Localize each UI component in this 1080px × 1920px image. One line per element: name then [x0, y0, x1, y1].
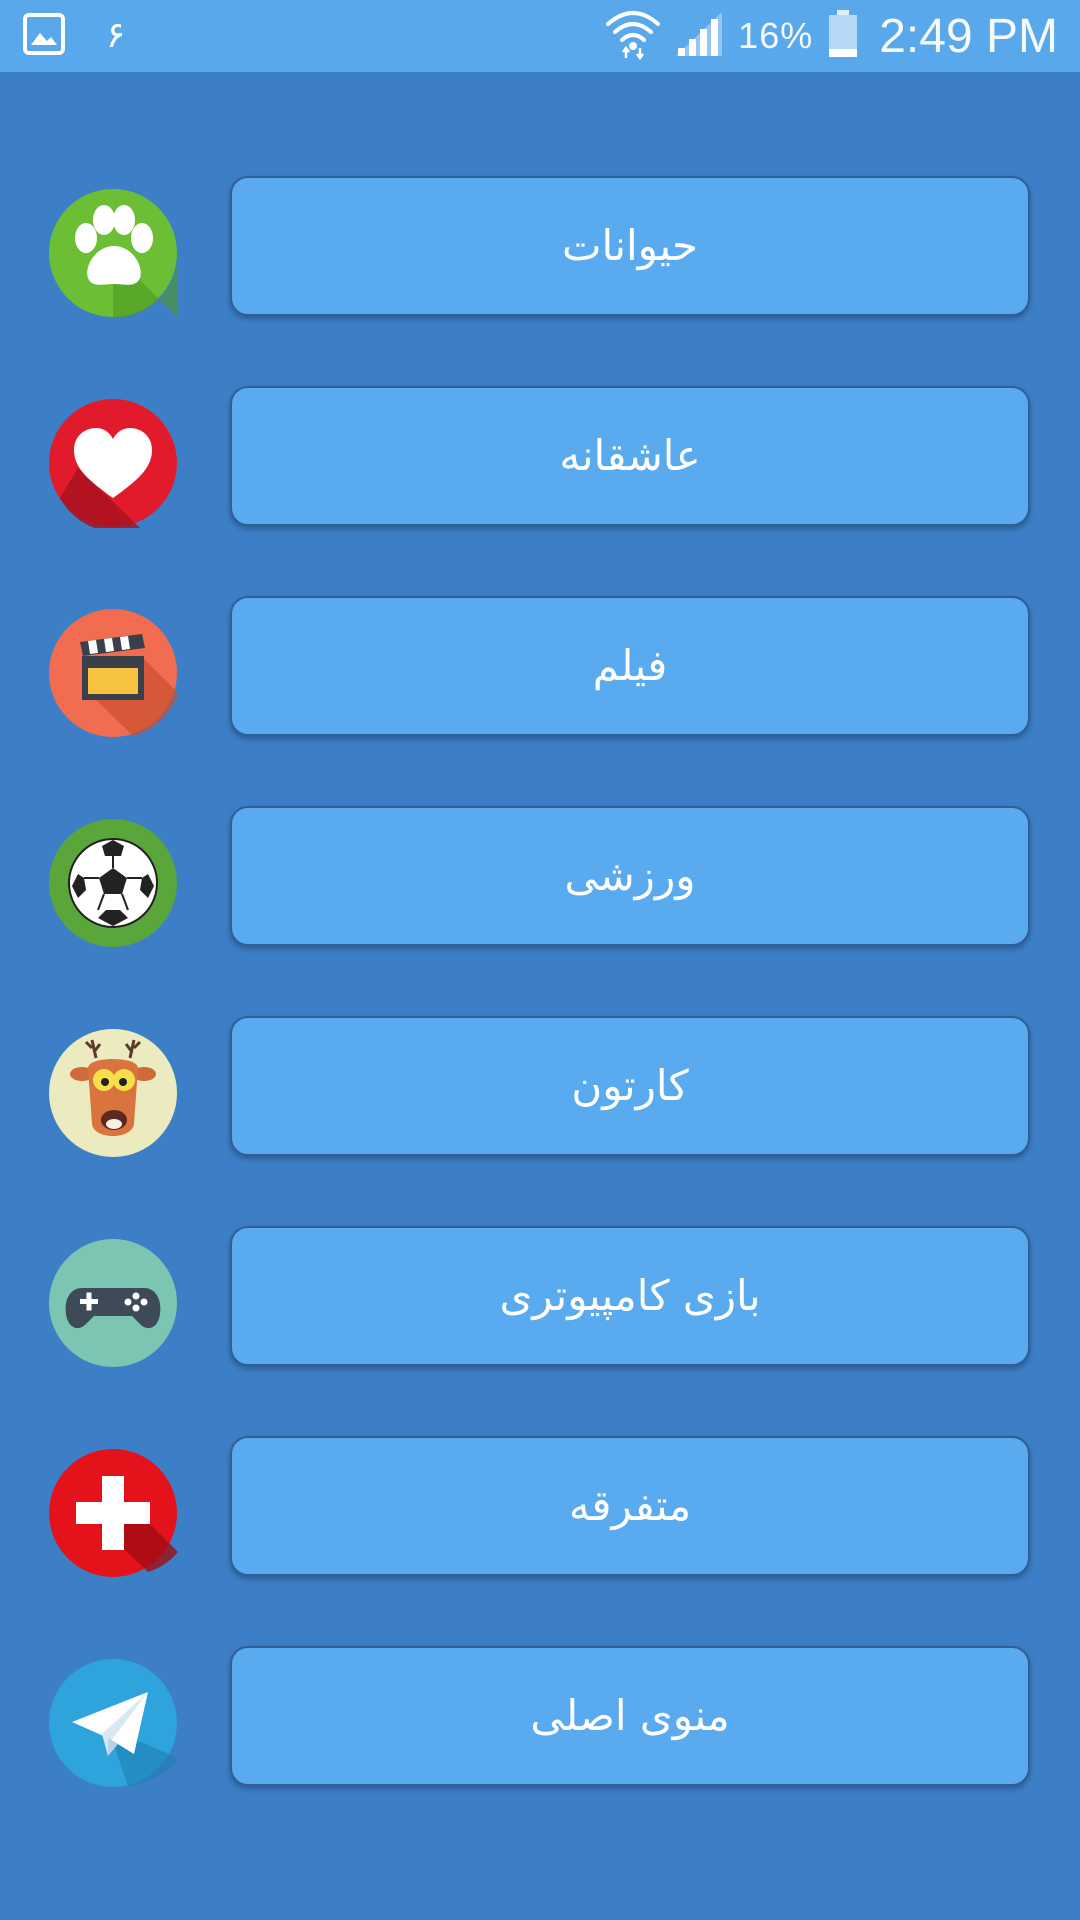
animals-label: حیوانات — [561, 221, 699, 270]
menu-row-film: فیلم — [0, 596, 1080, 740]
soccer-ball-icon[interactable] — [48, 818, 178, 948]
menu-row-sports: ورزشی — [0, 806, 1080, 950]
menu-row-miscellaneous: متفرقه — [0, 1436, 1080, 1580]
paw-icon[interactable] — [48, 188, 178, 318]
sports-button[interactable]: ورزشی — [230, 806, 1030, 946]
category-menu: حیوانات عاشقانه فیلم ورزشی کارتون بازی ک… — [0, 0, 1080, 1920]
computer-games-label: بازی کامپیوتری — [499, 1271, 761, 1320]
plus-cross-icon[interactable] — [48, 1448, 178, 1578]
menu-row-computer-games: بازی کامپیوتری — [0, 1226, 1080, 1370]
animals-button[interactable]: حیوانات — [230, 176, 1030, 316]
menu-row-romantic: عاشقانه — [0, 386, 1080, 530]
miscellaneous-button[interactable]: متفرقه — [230, 1436, 1030, 1576]
romantic-label: عاشقانه — [559, 431, 701, 480]
heart-icon[interactable] — [48, 398, 178, 528]
gamepad-icon[interactable] — [48, 1238, 178, 1368]
miscellaneous-label: متفرقه — [568, 1481, 692, 1530]
romantic-button[interactable]: عاشقانه — [230, 386, 1030, 526]
clapperboard-icon[interactable] — [48, 608, 178, 738]
sports-label: ورزشی — [564, 851, 696, 900]
cartoon-label: کارتون — [571, 1061, 689, 1110]
menu-row-main-menu: منوی اصلی — [0, 1646, 1080, 1790]
film-label: فیلم — [592, 641, 668, 690]
computer-games-button[interactable]: بازی کامپیوتری — [230, 1226, 1030, 1366]
cartoon-button[interactable]: کارتون — [230, 1016, 1030, 1156]
telegram-plane-icon[interactable] — [48, 1658, 178, 1788]
cartoon-deer-icon[interactable] — [48, 1028, 178, 1158]
menu-row-cartoon: کارتون — [0, 1016, 1080, 1160]
menu-row-animals: حیوانات — [0, 176, 1080, 320]
film-button[interactable]: فیلم — [230, 596, 1030, 736]
main-menu-button[interactable]: منوی اصلی — [230, 1646, 1030, 1786]
main-menu-label: منوی اصلی — [530, 1691, 730, 1740]
